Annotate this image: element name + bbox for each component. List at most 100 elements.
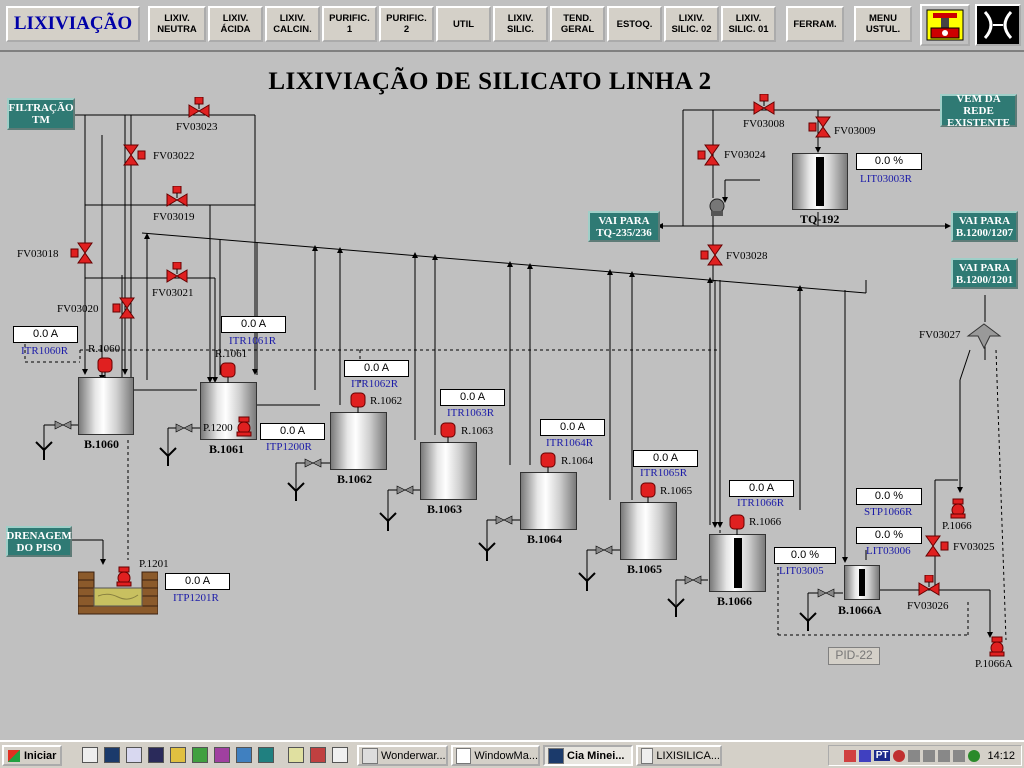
language-indicator[interactable]: PT	[873, 750, 891, 761]
splitter-fv03027-icon[interactable]	[966, 322, 1002, 350]
valve-fv03019-label: FV03019	[153, 211, 195, 223]
tank-b1066[interactable]	[709, 534, 766, 592]
taskbar-item-windowmaker[interactable]: WindowMa...	[451, 745, 540, 766]
valve-fv03028-icon[interactable]	[700, 244, 724, 266]
vem-da-rede-box[interactable]: VEM DA REDE EXISTENTE	[940, 93, 1017, 129]
quicklaunch-explorer-icon[interactable]	[126, 747, 142, 763]
valve-fv03025-icon[interactable]	[924, 535, 950, 557]
nav-purific-1-button[interactable]: PURIFIC. 1	[322, 6, 377, 42]
vai-para-b1200-1201-box[interactable]: VAI PARA B.1200/1201	[951, 258, 1018, 289]
agitator-r1060-icon[interactable]	[96, 356, 114, 378]
readout-itr1060r-value: 0.0 A	[13, 326, 78, 343]
valve-fv03022-icon[interactable]	[122, 144, 146, 166]
readout-lit03003r-tag[interactable]: LIT03003R	[860, 173, 912, 185]
readout-lit03006-tag[interactable]: LIT03006	[866, 545, 911, 557]
quicklaunch-tools-icon[interactable]	[310, 747, 326, 763]
quicklaunch-document-icon[interactable]	[236, 747, 252, 763]
valve-fv03018-icon[interactable]	[70, 242, 94, 264]
filtracao-tm-box[interactable]: FILTRAÇÃO TM	[7, 98, 75, 130]
quicklaunch-clock-icon[interactable]	[288, 747, 304, 763]
pid-22-button[interactable]: PID-22	[828, 647, 880, 665]
nav-lixiv-acida-button[interactable]: LIXIV. ÁCIDA	[208, 6, 263, 42]
quicklaunch-search-icon[interactable]	[82, 747, 98, 763]
tank-b1062[interactable]	[330, 412, 387, 470]
quicklaunch-app-icon[interactable]	[148, 747, 164, 763]
pump-p1200-icon[interactable]	[234, 416, 254, 438]
valve-fv03019-icon[interactable]	[166, 186, 188, 210]
valve-fv03018-label: FV03018	[17, 248, 59, 260]
pump-p1066-label: P.1066	[942, 520, 972, 532]
valve-fv03009-icon[interactable]	[808, 116, 832, 138]
network-icon[interactable]	[923, 749, 936, 762]
readout-stp1066r-tag[interactable]: STP1066R	[864, 506, 912, 518]
agitator-r1063-icon[interactable]	[439, 421, 457, 443]
taskbar-item-lixisilica[interactable]: LIXISILICA...	[636, 745, 722, 766]
quicklaunch-folder-icon[interactable]	[170, 747, 186, 763]
taskbar-item-cia-mineira[interactable]: Cia Minei...	[543, 745, 633, 766]
tank-b1065[interactable]	[620, 502, 677, 560]
tank-b1066a[interactable]	[844, 565, 880, 600]
tank-tq192[interactable]	[792, 153, 848, 210]
valve-fv03024-icon[interactable]	[697, 144, 721, 166]
pump-tq192-icon[interactable]	[706, 196, 728, 218]
antivirus-icon[interactable]	[843, 749, 856, 762]
lifebuoy-icon[interactable]	[893, 749, 906, 762]
agitator-r1065-icon[interactable]	[639, 481, 657, 503]
tank-b1064[interactable]	[520, 472, 577, 530]
nav-purific-2-button[interactable]: PURIFIC. 2	[379, 6, 434, 42]
quicklaunch-network-icon[interactable]	[258, 747, 274, 763]
nav-ferram-button[interactable]: FERRAM.	[786, 6, 844, 42]
valve-fv03008-icon[interactable]	[753, 94, 775, 118]
valve-fv03020-icon[interactable]	[112, 297, 136, 319]
monitor-icon[interactable]	[908, 749, 921, 762]
globe-icon[interactable]	[968, 749, 981, 762]
nav-lixiv-silic-01-button[interactable]: LIXIV. SILIC. 01	[721, 6, 776, 42]
tank-b1063[interactable]	[420, 442, 477, 500]
quicklaunch-notepad-icon[interactable]	[332, 747, 348, 763]
vai-para-tq235-box[interactable]: VAI PARA TQ-235/236	[588, 211, 660, 242]
agitator-r1064-icon[interactable]	[539, 451, 557, 473]
pump-p1066-icon[interactable]	[948, 498, 968, 520]
readout-itp1200r-tag[interactable]: ITP1200R	[266, 441, 312, 453]
valve-fv03022-label: FV03022	[153, 150, 195, 162]
plant-logo-button[interactable]	[920, 4, 970, 46]
nav-menu-ustul-button[interactable]: MENU USTUL.	[854, 6, 912, 42]
nav-tend-geral-button[interactable]: TEND. GERAL	[550, 6, 605, 42]
drenagem-do-piso-box[interactable]: DRENAGEM DO PISO	[6, 526, 72, 557]
shield-icon[interactable]	[858, 749, 871, 762]
quicklaunch-gear-icon[interactable]	[192, 747, 208, 763]
valve-fv03026-icon[interactable]	[918, 575, 940, 599]
readout-itr1063r-tag[interactable]: ITR1063R	[447, 407, 494, 419]
valve-fv03023-icon[interactable]	[188, 97, 210, 121]
readout-itr1064r-tag[interactable]: ITR1064R	[546, 437, 593, 449]
readout-itr1066r-tag[interactable]: ITR1066R	[737, 497, 784, 509]
nav-estoq-button[interactable]: ESTOQ.	[607, 6, 662, 42]
nav-util-button[interactable]: UTIL	[436, 6, 491, 42]
readout-itr1062r-tag[interactable]: ITR1062R	[351, 378, 398, 390]
taskbar-item-wonderware[interactable]: Wonderwar...	[357, 745, 448, 766]
file-icon	[641, 747, 654, 764]
nav-lixiv-neutra-button[interactable]: LIXIV. NEUTRA	[148, 6, 206, 42]
agitator-r1066-icon[interactable]	[728, 513, 746, 535]
agitator-r1061-icon[interactable]	[219, 361, 237, 383]
clock[interactable]: 14:12	[987, 750, 1015, 762]
readout-lit03005-tag[interactable]: LIT03005	[779, 565, 824, 577]
app-title-button[interactable]: LIXIVIAÇÃO	[6, 6, 140, 42]
agitator-r1062-icon[interactable]	[349, 391, 367, 413]
tank-b1060[interactable]	[78, 377, 134, 435]
quicklaunch-media-icon[interactable]	[214, 747, 230, 763]
readout-itr1061r-tag[interactable]: ITR1061R	[229, 335, 276, 347]
valve-fv03021-icon[interactable]	[166, 262, 188, 286]
nav-lixiv-calcin-button[interactable]: LIXIV. CALCIN.	[265, 6, 320, 42]
readout-itr1065r-tag[interactable]: ITR1065R	[640, 467, 687, 479]
start-button[interactable]: Iniciar	[2, 745, 62, 766]
volume-icon[interactable]	[953, 749, 966, 762]
readout-itp1201r-tag[interactable]: ITP1201R	[173, 592, 219, 604]
nav-lixiv-silic-02-button[interactable]: LIXIV. SILIC. 02	[664, 6, 719, 42]
printer-tray-icon[interactable]	[938, 749, 951, 762]
vai-para-b1200-1207-box[interactable]: VAI PARA B.1200/1207	[951, 211, 1018, 242]
nav-lixiv-silic-button[interactable]: LIXIV. SILIC.	[493, 6, 548, 42]
quicklaunch-terminal-icon[interactable]	[104, 747, 120, 763]
readout-itr1060r-tag[interactable]: ITR1060R	[21, 345, 68, 357]
pump-p1066a-icon[interactable]	[987, 636, 1007, 658]
